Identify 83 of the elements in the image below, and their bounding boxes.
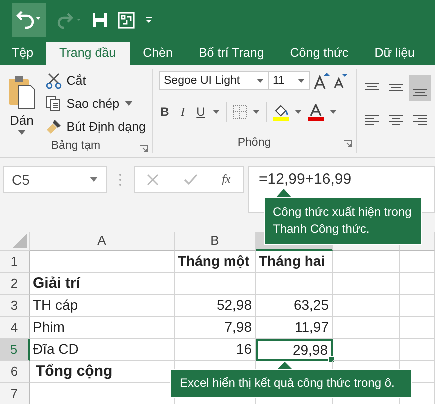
- insert-function-button[interactable]: fx: [222, 172, 231, 187]
- row-header[interactable]: 6: [0, 361, 30, 383]
- align-center-icon[interactable]: [388, 115, 404, 127]
- column-header[interactable]: A: [30, 232, 175, 251]
- align-right-icon[interactable]: [412, 115, 428, 127]
- grip-icon: [119, 173, 122, 187]
- bold-button[interactable]: B: [159, 105, 171, 119]
- ribbon-tab[interactable]: Bố trí Trang: [186, 42, 278, 65]
- caret-icon[interactable]: [213, 110, 220, 114]
- table-cell: Đĩa CD: [30, 339, 175, 361]
- align-bottom-button[interactable]: [409, 75, 431, 101]
- group-label: Phông: [238, 137, 272, 149]
- scissors-icon: [46, 72, 62, 88]
- font-color-icon[interactable]: [308, 104, 324, 120]
- table-cell: Tháng một: [175, 251, 256, 273]
- caret-icon: [124, 101, 133, 106]
- row-header[interactable]: 5: [0, 339, 30, 361]
- format-painter-button[interactable]: Bút Định dạng: [46, 117, 146, 136]
- copy-button[interactable]: Sao chép: [46, 94, 146, 113]
- table-cell: [333, 317, 400, 339]
- customize-caret-icon[interactable]: [145, 16, 153, 24]
- table-cell: [400, 295, 435, 317]
- table-cell: Tháng hai: [256, 251, 333, 273]
- ribbon-tab[interactable]: Dữ liệu: [362, 42, 428, 65]
- active-cell[interactable]: 29,98: [256, 339, 333, 361]
- caret-icon: [298, 78, 305, 82]
- align-left-icon[interactable]: [364, 115, 380, 127]
- row-header[interactable]: 3: [0, 295, 30, 317]
- row-header[interactable]: 1: [0, 251, 30, 273]
- undo-button[interactable]: [12, 3, 46, 37]
- dialog-launcher-icon[interactable]: [344, 140, 352, 148]
- font-name-field[interactable]: Segoe UI Light: [159, 71, 269, 90]
- table-cell: [333, 273, 400, 295]
- table-cell: 11,97: [256, 317, 333, 339]
- fill-color-icon[interactable]: [273, 104, 289, 120]
- caret-icon[interactable]: [330, 110, 337, 114]
- check-icon[interactable]: [184, 174, 198, 186]
- caret-icon[interactable]: [295, 110, 302, 114]
- caret-icon: [90, 177, 98, 182]
- shrink-font-icon[interactable]: [334, 72, 348, 88]
- ribbon-tab[interactable]: Trang đầu: [46, 42, 130, 65]
- copy-icon: [46, 96, 62, 112]
- align-bottom-icon: [412, 87, 428, 97]
- caret-icon: [257, 78, 264, 82]
- align-middle-icon[interactable]: [388, 83, 404, 93]
- font-size-field[interactable]: 11: [268, 71, 310, 90]
- table-cell: 7,98: [175, 317, 256, 339]
- callout-tooltip: Công thức xuất hiện trong Thanh Công thức.: [264, 197, 422, 245]
- table-cell: [333, 295, 400, 317]
- row-header[interactable]: 2: [0, 273, 30, 295]
- table-cell: 52,98: [175, 295, 256, 317]
- table-cell: 16: [175, 339, 256, 361]
- borders-icon[interactable]: [233, 105, 247, 119]
- undo-icon: [16, 11, 42, 29]
- ribbon-tab[interactable]: Công thức: [277, 42, 362, 65]
- cut-button[interactable]: Cắt: [46, 71, 146, 90]
- ribbon-tab[interactable]: Tệp: [0, 42, 46, 65]
- grow-font-icon[interactable]: [314, 72, 330, 90]
- align-top-icon[interactable]: [364, 83, 380, 93]
- table-cell: [400, 339, 435, 361]
- caret-icon[interactable]: [253, 110, 260, 114]
- table-cell: Phim: [30, 317, 175, 339]
- paste-button[interactable]: Dán: [6, 71, 38, 136]
- table-cell: Giải trí: [30, 273, 175, 295]
- brush-icon: [46, 118, 62, 134]
- table-cell: [400, 273, 435, 295]
- table-cell: TH cáp: [30, 295, 175, 317]
- clipboard-icon: [8, 75, 36, 111]
- corner-triangle-icon: [13, 234, 27, 248]
- touch-mode-icon[interactable]: [118, 12, 135, 28]
- name-box[interactable]: C5: [3, 166, 107, 193]
- ribbon-tab[interactable]: Chèn: [130, 42, 186, 65]
- column-header[interactable]: B: [175, 232, 256, 251]
- dialog-launcher-icon[interactable]: [140, 145, 148, 153]
- italic-button[interactable]: I: [177, 104, 189, 120]
- table-cell: [400, 317, 435, 339]
- group-label: Bảng tạm: [51, 140, 101, 152]
- table-cell: 63,25: [256, 295, 333, 317]
- fill-handle[interactable]: [328, 356, 335, 363]
- caret-icon: [18, 130, 26, 135]
- underline-button[interactable]: U: [195, 105, 207, 119]
- row-header[interactable]: 7: [0, 383, 30, 404]
- row-header[interactable]: 4: [0, 317, 30, 339]
